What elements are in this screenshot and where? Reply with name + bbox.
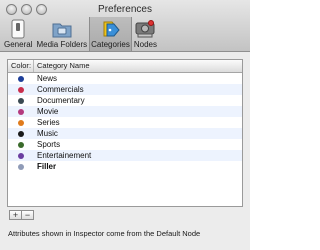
category-color-swatch[interactable] (18, 163, 24, 170)
color-cell[interactable] (8, 86, 34, 93)
switch-icon (11, 19, 25, 39)
remove-category-button[interactable]: − (21, 210, 34, 220)
color-cell[interactable] (8, 119, 34, 126)
color-cell[interactable] (8, 152, 34, 159)
table-body: News Commercials Documentary Movie Series Mus… (8, 73, 242, 172)
categories-table: Color: Category Name News Commercials Docu… (7, 59, 243, 207)
category-color-swatch[interactable] (18, 75, 24, 82)
category-name: Filler (37, 162, 57, 171)
category-color-swatch[interactable] (18, 86, 24, 93)
table-row[interactable]: Documentary (8, 95, 242, 106)
tab-nodes[interactable]: Nodes (132, 17, 159, 51)
category-name: News (37, 74, 58, 83)
color-cell[interactable] (8, 141, 34, 148)
category-name: Movie (37, 107, 59, 116)
tab-general[interactable]: General (2, 17, 34, 51)
tags-icon (103, 21, 120, 37)
table-header: Color: Category Name (8, 60, 242, 73)
category-name: Music (37, 129, 58, 138)
color-cell[interactable] (8, 130, 34, 137)
table-row[interactable]: Sports (8, 139, 242, 150)
window-title: Preferences (98, 4, 152, 15)
folder-icon (52, 23, 72, 38)
tab-categories[interactable]: Categories (89, 17, 132, 51)
table-row[interactable]: Commercials (8, 84, 242, 95)
category-name: Series (37, 118, 60, 127)
column-header-name[interactable]: Category Name (34, 60, 90, 72)
category-color-swatch[interactable] (18, 119, 24, 126)
category-name: Entertainement (37, 151, 92, 160)
footer-note: Attributes shown in Inspector come from … (8, 229, 201, 238)
tab-categories-label: Categories (91, 40, 130, 49)
color-cell[interactable] (8, 163, 34, 170)
add-remove-buttons: + − (9, 210, 34, 220)
category-color-swatch[interactable] (18, 130, 24, 137)
tab-nodes-label: Nodes (133, 40, 157, 49)
category-color-swatch[interactable] (18, 97, 24, 104)
table-row[interactable]: Series (8, 117, 242, 128)
category-color-swatch[interactable] (18, 108, 24, 115)
preferences-window: Preferences General Media Folders Catego… (0, 0, 250, 250)
category-name: Documentary (37, 96, 85, 105)
category-name: Sports (37, 140, 61, 149)
category-color-swatch[interactable] (18, 152, 24, 159)
column-header-color[interactable]: Color: (8, 60, 34, 72)
tab-media-folders[interactable]: Media Folders (34, 17, 89, 51)
tab-general-label: General (4, 40, 33, 49)
color-cell[interactable] (8, 97, 34, 104)
table-row[interactable]: Movie (8, 106, 242, 117)
node-icon (135, 20, 155, 38)
category-color-swatch[interactable] (18, 141, 24, 148)
table-row[interactable]: Music (8, 128, 242, 139)
category-name: Commercials (37, 85, 84, 94)
tab-media-folders-label: Media Folders (36, 40, 88, 49)
toolbar: General Media Folders Categories Nodes (2, 17, 159, 51)
title-toolbar: Preferences General Media Folders Catego… (0, 0, 250, 52)
table-row[interactable]: Entertainement (8, 150, 242, 161)
color-cell[interactable] (8, 75, 34, 82)
table-row[interactable]: Filler (8, 161, 242, 172)
table-row[interactable]: News (8, 73, 242, 84)
color-cell[interactable] (8, 108, 34, 115)
